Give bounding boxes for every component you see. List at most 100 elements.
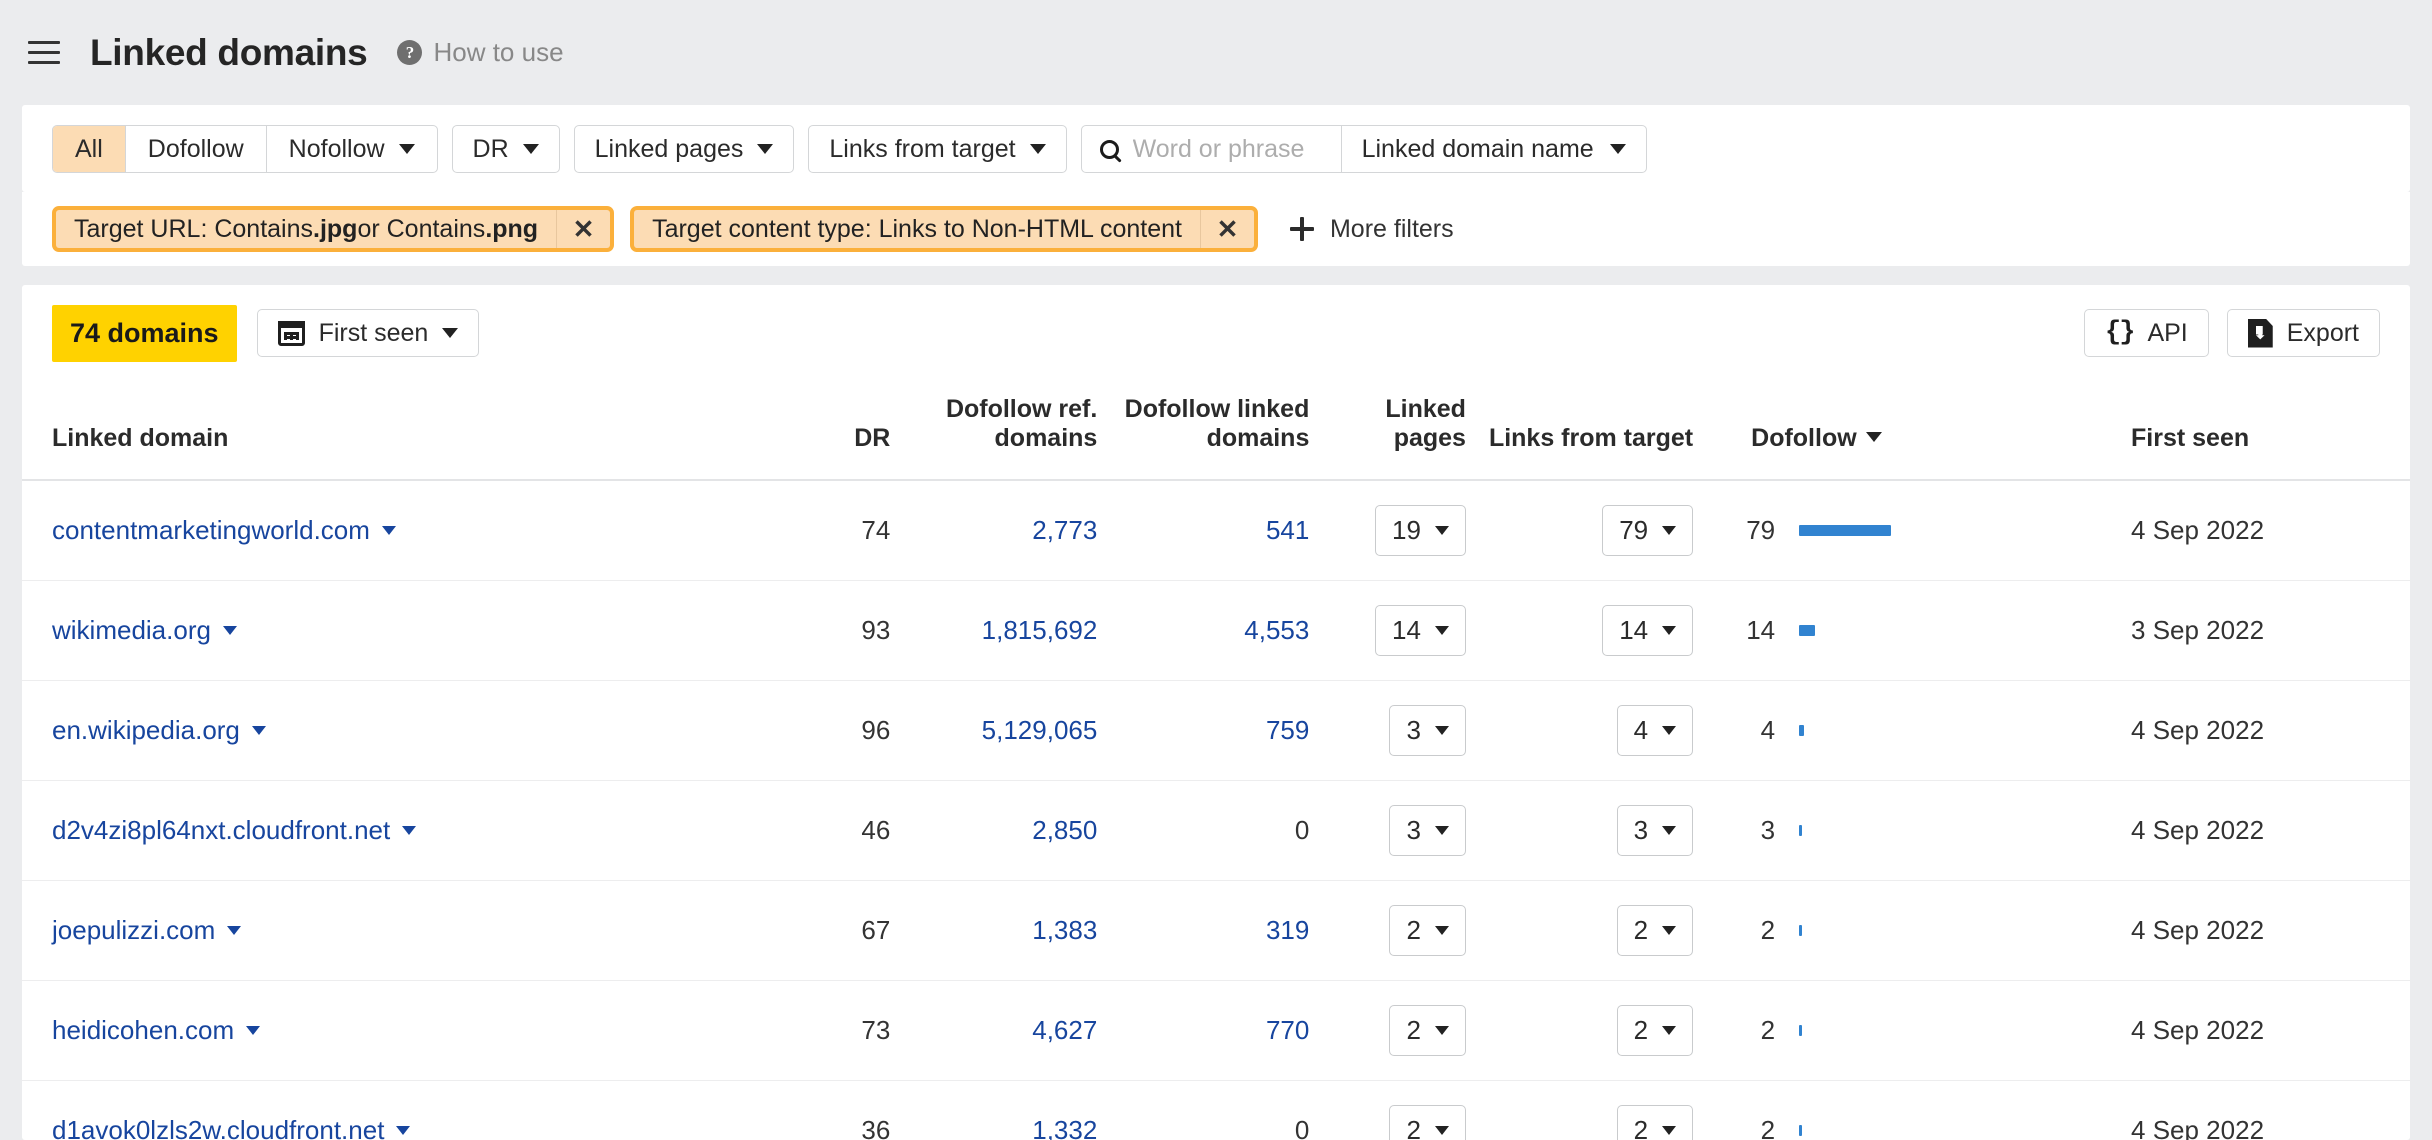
close-icon[interactable]: ✕ [556, 210, 611, 248]
cell-dofollow-ref-domains: 4,627 [890, 980, 1098, 1081]
search-box[interactable] [1082, 126, 1342, 172]
column-header-dr[interactable]: DR [769, 381, 891, 481]
close-icon[interactable]: ✕ [1199, 210, 1254, 248]
filter-tab-all[interactable]: All [53, 126, 126, 172]
dofollow-linked-domains-link[interactable]: 770 [1266, 1015, 1309, 1045]
links-from-target-dropdown[interactable]: 2 [1616, 904, 1694, 956]
cell-first-seen: 4 Sep 2022 [2107, 880, 2410, 981]
dofollow-bar [1799, 1124, 1803, 1136]
linked-pages-dropdown[interactable]: 3 [1389, 804, 1466, 856]
filter-chip-target-content-type[interactable]: Target content type: Links to Non-HTML c… [630, 206, 1258, 252]
dofollow-ref-domains-link[interactable]: 2,850 [1032, 815, 1097, 845]
linked-pages-dropdown[interactable]: 2 [1389, 1104, 1466, 1140]
chevron-down-icon[interactable] [251, 725, 266, 735]
cell-dr: 74 [769, 480, 891, 581]
dofollow-ref-domains-link[interactable]: 1,815,692 [982, 615, 1098, 645]
dofollow-bar-container [1775, 524, 1892, 536]
braces-icon: {} [2105, 318, 2135, 348]
toolbar-actions: {} API ⬇ Export [2084, 309, 2380, 357]
chevron-down-icon [1029, 144, 1046, 154]
filter-chip-target-url[interactable]: Target URL: Contains .jpg or Contains .p… [52, 206, 615, 252]
linked-pages-dropdown[interactable]: 2 [1389, 1004, 1466, 1056]
column-header-first-seen[interactable]: First seen [2107, 381, 2410, 481]
dofollow-ref-domains-link[interactable]: 2,773 [1032, 515, 1097, 545]
chevron-down-icon[interactable] [381, 525, 396, 535]
more-filters-button[interactable]: More filters [1289, 215, 1454, 244]
column-header-dofollow-ref-domains[interactable]: Dofollow ref. domains [890, 381, 1098, 481]
chevron-down-icon [398, 144, 415, 154]
dofollow-linked-domains-link[interactable]: 759 [1266, 715, 1309, 745]
links-from-target-dropdown[interactable]: 3 [1616, 804, 1694, 856]
table-header-row: Linked domain DR Dofollow ref. domains D… [22, 381, 2410, 481]
filter-tab-nofollow[interactable]: Nofollow [267, 126, 437, 172]
dofollow-linked-domains-link[interactable]: 319 [1266, 915, 1309, 945]
cell-dofollow-ref-domains: 1,332 [890, 1080, 1098, 1140]
filter-linked-pages-dropdown[interactable]: Linked pages [573, 125, 795, 173]
dofollow-ref-domains-link[interactable]: 1,332 [1032, 1115, 1097, 1140]
follow-type-segmented-control: All Dofollow Nofollow [52, 125, 438, 173]
chevron-down-icon [1662, 825, 1677, 835]
chevron-down-icon [1434, 1125, 1449, 1135]
how-to-use-link[interactable]: ? How to use [397, 37, 564, 68]
table-header: Linked domain DR Dofollow ref. domains D… [22, 381, 2410, 481]
column-header-links-from-target[interactable]: Links from target [1475, 381, 1704, 481]
dofollow-bar-container [1775, 624, 1816, 636]
cell-dofollow: 14 [1703, 580, 2108, 681]
links-from-target-value: 79 [1619, 514, 1649, 545]
links-from-target-dropdown[interactable]: 14 [1602, 604, 1694, 656]
linked-domain-link[interactable]: en.wikipedia.org [52, 715, 240, 746]
table-body: contentmarketingworld.com 74 2,773 541 19 79 7… [22, 480, 2410, 1140]
column-header-linked-domain[interactable]: Linked domain [22, 381, 770, 481]
dofollow-bar-container [1775, 724, 1805, 736]
search-input[interactable] [1132, 134, 1323, 164]
linked-pages-dropdown[interactable]: 19 [1375, 504, 1466, 556]
chevron-down-icon[interactable] [246, 1025, 261, 1035]
cell-dr: 73 [769, 980, 891, 1081]
cell-first-seen: 3 Sep 2022 [2107, 580, 2410, 681]
chevron-down-icon[interactable] [402, 825, 417, 835]
linked-domain-link[interactable]: d2v4zi8pl64nxt.cloudfront.net [52, 815, 390, 846]
linked-domain-link[interactable]: contentmarketingworld.com [52, 515, 370, 546]
links-from-target-dropdown[interactable]: 79 [1602, 504, 1694, 556]
dofollow-ref-domains-link[interactable]: 4,627 [1032, 1015, 1097, 1045]
search-scope-dropdown[interactable]: Linked domain name [1342, 126, 1646, 172]
chevron-down-icon [1662, 1025, 1677, 1035]
cell-links-from-target: 2 [1475, 1080, 1704, 1140]
chevron-down-icon[interactable] [396, 1125, 411, 1135]
linked-domain-link[interactable]: joepulizzi.com [52, 915, 215, 946]
cell-dofollow-ref-domains: 1,815,692 [890, 580, 1098, 681]
cell-linked-pages: 2 [1309, 1080, 1476, 1140]
linked-domains-table: Linked domain DR Dofollow ref. domains D… [22, 381, 2410, 1140]
links-from-target-value: 2 [1633, 1014, 1649, 1045]
column-header-dofollow-linked-domains[interactable]: Dofollow linked domains [1097, 381, 1310, 481]
links-from-target-dropdown[interactable]: 2 [1616, 1004, 1694, 1056]
cell-dofollow-linked-domains: 0 [1097, 1080, 1310, 1140]
linked-pages-value: 14 [1392, 614, 1421, 645]
chevron-down-icon [442, 328, 459, 338]
filter-tab-dofollow[interactable]: Dofollow [126, 126, 267, 172]
first-seen-filter-button[interactable]: First seen [256, 309, 480, 357]
chevron-down-icon[interactable] [222, 625, 237, 635]
dofollow-ref-domains-link[interactable]: 5,129,065 [982, 715, 1098, 745]
dofollow-ref-domains-link[interactable]: 1,383 [1032, 915, 1097, 945]
linked-domain-link[interactable]: heidicohen.com [52, 1015, 234, 1046]
linked-pages-dropdown[interactable]: 2 [1389, 904, 1466, 956]
chevron-down-icon [1662, 1125, 1677, 1135]
api-button[interactable]: {} API [2084, 309, 2209, 357]
dofollow-linked-domains-link[interactable]: 541 [1266, 515, 1309, 545]
filter-links-from-target-dropdown[interactable]: Links from target [808, 125, 1067, 173]
linked-domain-link[interactable]: d1avok0lzls2w.cloudfront.net [52, 1115, 384, 1140]
export-button[interactable]: ⬇ Export [2226, 309, 2380, 357]
hamburger-icon[interactable] [28, 36, 62, 70]
links-from-target-dropdown[interactable]: 4 [1616, 704, 1694, 756]
column-header-dofollow[interactable]: Dofollow [1703, 381, 2108, 481]
filter-dr-dropdown[interactable]: DR [451, 125, 560, 173]
column-header-linked-pages[interactable]: Linked pages [1309, 381, 1476, 481]
linked-domain-link[interactable]: wikimedia.org [52, 615, 211, 646]
chevron-down-icon[interactable] [227, 925, 242, 935]
linked-pages-dropdown[interactable]: 3 [1389, 704, 1466, 756]
table-row: heidicohen.com 73 4,627 770 2 2 2 4 Sep 2022 [22, 980, 2410, 1081]
dofollow-linked-domains-link[interactable]: 4,553 [1244, 615, 1309, 645]
links-from-target-dropdown[interactable]: 2 [1616, 1104, 1694, 1140]
linked-pages-dropdown[interactable]: 14 [1375, 604, 1466, 656]
